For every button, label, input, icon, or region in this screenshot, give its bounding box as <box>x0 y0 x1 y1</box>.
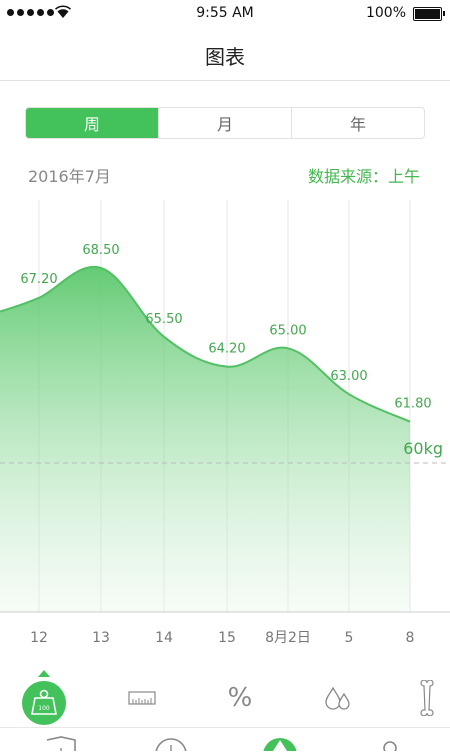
x-tick-label: 14 <box>155 630 173 646</box>
percent-tool-button[interactable]: % <box>215 668 265 728</box>
ruler-icon <box>128 691 156 705</box>
period-segmented-control: 周 月 年 <box>25 107 425 139</box>
tab-month[interactable]: 月 <box>158 108 291 138</box>
x-tick-label: 8 <box>406 630 415 646</box>
status-bar: 9:55 AM 100% <box>0 0 450 28</box>
x-tick-label: 12 <box>30 630 48 646</box>
value-label: 63.00 <box>330 369 367 384</box>
x-tick-label: 15 <box>218 630 236 646</box>
water-drops-icon <box>325 686 350 710</box>
measurement-selector: 100 % <box>0 668 450 730</box>
weight-icon: 100 <box>22 670 66 725</box>
weight-badge: 100 <box>38 705 50 712</box>
value-label: 67.20 <box>20 272 57 287</box>
bone-tool-button[interactable] <box>412 668 442 728</box>
percent-icon: % <box>227 683 253 713</box>
weight-chart-svg: 60kg 67.20 68.50 65.50 64.20 65.00 63.00 61.80… <box>0 200 450 646</box>
value-label: 65.00 <box>269 323 306 338</box>
tab-year[interactable]: 年 <box>291 108 424 138</box>
nav-divider <box>0 80 450 81</box>
bone-icon <box>420 680 434 716</box>
clock-icon[interactable] <box>155 738 187 755</box>
page-title: 图表 <box>205 45 245 69</box>
tab-bar-icons <box>46 736 397 755</box>
x-tick-label: 13 <box>92 630 110 646</box>
value-label: 68.50 <box>82 243 119 258</box>
ruler-tool-button[interactable] <box>117 668 167 728</box>
data-source-selector[interactable]: 数据来源：上午 <box>308 163 420 187</box>
weight-chart: 60kg 67.20 68.50 65.50 64.20 65.00 63.00 61.80… <box>0 200 450 660</box>
chart-icon[interactable] <box>263 738 297 755</box>
tab-week[interactable]: 周 <box>26 108 158 138</box>
battery-percentage: 100% <box>365 5 406 21</box>
value-label: 64.20 <box>208 342 245 357</box>
shield-icon[interactable] <box>46 736 76 755</box>
tab-bar <box>0 727 450 755</box>
target-weight-label: 60kg <box>403 439 443 458</box>
value-label: 65.50 <box>145 312 182 327</box>
date-label: 2016年7月 <box>28 167 111 186</box>
value-label: 61.80 <box>394 397 431 412</box>
weight-tool-button[interactable]: 100 <box>18 668 70 728</box>
water-tool-button[interactable] <box>313 668 363 728</box>
x-tick-label: 8月2日 <box>265 630 311 646</box>
x-tick-label: 5 <box>345 630 354 646</box>
battery-icon <box>413 7 445 21</box>
